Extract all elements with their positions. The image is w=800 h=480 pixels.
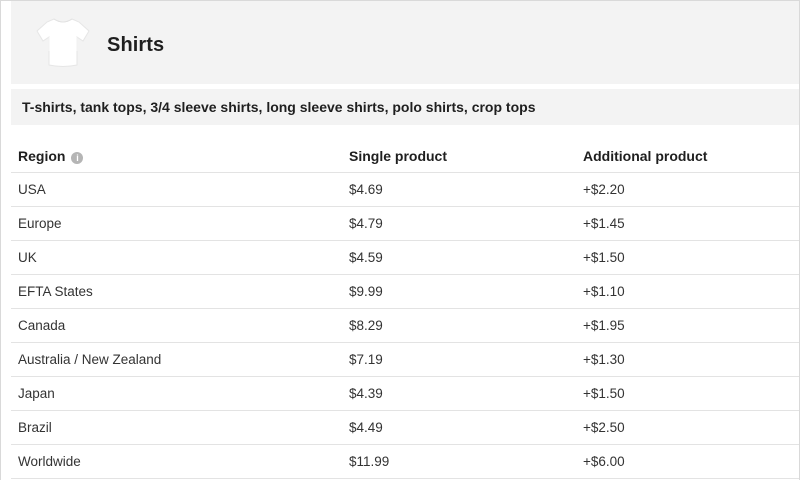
additional-product-price-cell: +$1.10 bbox=[576, 274, 799, 309]
additional-product-price-cell: +$2.20 bbox=[576, 172, 799, 207]
product-types-text: T-shirts, tank tops, 3/4 sleeve shirts, … bbox=[22, 99, 536, 115]
region-cell: Brazil bbox=[11, 410, 342, 445]
table-row: EFTA States $9.99 +$1.10 bbox=[11, 274, 799, 309]
shipping-rates-table: Region i Single product Additional produc… bbox=[11, 139, 799, 479]
table-row: Australia / New Zealand $7.19 +$1.30 bbox=[11, 342, 799, 377]
single-product-price-cell: $4.39 bbox=[342, 376, 576, 411]
product-types-banner: T-shirts, tank tops, 3/4 sleeve shirts, … bbox=[11, 89, 799, 125]
region-cell: Canada bbox=[11, 308, 342, 343]
single-product-price-cell: $4.69 bbox=[342, 172, 576, 207]
table-row: Worldwide $11.99 +$6.00 bbox=[11, 444, 799, 479]
column-header-region: Region i bbox=[11, 139, 342, 173]
shipping-rates-panel: Shirts T-shirts, tank tops, 3/4 sleeve s… bbox=[0, 0, 800, 480]
table-body: USA $4.69 +$2.20 Europe $4.79 +$1.45 UK $4.59 +$… bbox=[11, 172, 799, 479]
region-cell: USA bbox=[11, 172, 342, 207]
single-product-price-cell: $4.59 bbox=[342, 240, 576, 275]
single-product-price-cell: $4.49 bbox=[342, 410, 576, 445]
single-product-price-cell: $11.99 bbox=[342, 444, 576, 479]
table-row: UK $4.59 +$1.50 bbox=[11, 240, 799, 275]
column-header-additional-product: Additional product bbox=[576, 139, 799, 173]
single-product-price-cell: $8.29 bbox=[342, 308, 576, 343]
region-cell: EFTA States bbox=[11, 274, 342, 309]
region-header-label: Region bbox=[18, 147, 66, 164]
additional-product-price-cell: +$1.50 bbox=[576, 376, 799, 411]
table-row: USA $4.69 +$2.20 bbox=[11, 172, 799, 207]
t-shirt-icon bbox=[36, 18, 90, 67]
page-title: Shirts bbox=[107, 34, 165, 56]
region-cell: Japan bbox=[11, 376, 342, 411]
single-product-price-cell: $4.79 bbox=[342, 206, 576, 241]
additional-product-price-cell: +$1.50 bbox=[576, 240, 799, 275]
additional-product-price-cell: +$2.50 bbox=[576, 410, 799, 445]
table-row: Japan $4.39 +$1.50 bbox=[11, 376, 799, 411]
single-product-price-cell: $9.99 bbox=[342, 274, 576, 309]
additional-product-price-cell: +$6.00 bbox=[576, 444, 799, 479]
additional-product-price-cell: +$1.30 bbox=[576, 342, 799, 377]
info-icon[interactable]: i bbox=[71, 151, 84, 164]
region-cell: UK bbox=[11, 240, 342, 275]
region-cell: Worldwide bbox=[11, 444, 342, 479]
table-row: Brazil $4.49 +$2.50 bbox=[11, 410, 799, 445]
column-header-single-product: Single product bbox=[342, 139, 576, 173]
region-cell: Europe bbox=[11, 206, 342, 241]
additional-product-price-cell: +$1.45 bbox=[576, 206, 799, 241]
region-cell: Australia / New Zealand bbox=[11, 342, 342, 377]
additional-product-price-cell: +$1.95 bbox=[576, 308, 799, 343]
table-row: Canada $8.29 +$1.95 bbox=[11, 308, 799, 343]
category-header: Shirts bbox=[11, 1, 799, 84]
table-row: Europe $4.79 +$1.45 bbox=[11, 206, 799, 241]
table-header-row: Region i Single product Additional produc… bbox=[11, 139, 799, 173]
single-product-price-cell: $7.19 bbox=[342, 342, 576, 377]
